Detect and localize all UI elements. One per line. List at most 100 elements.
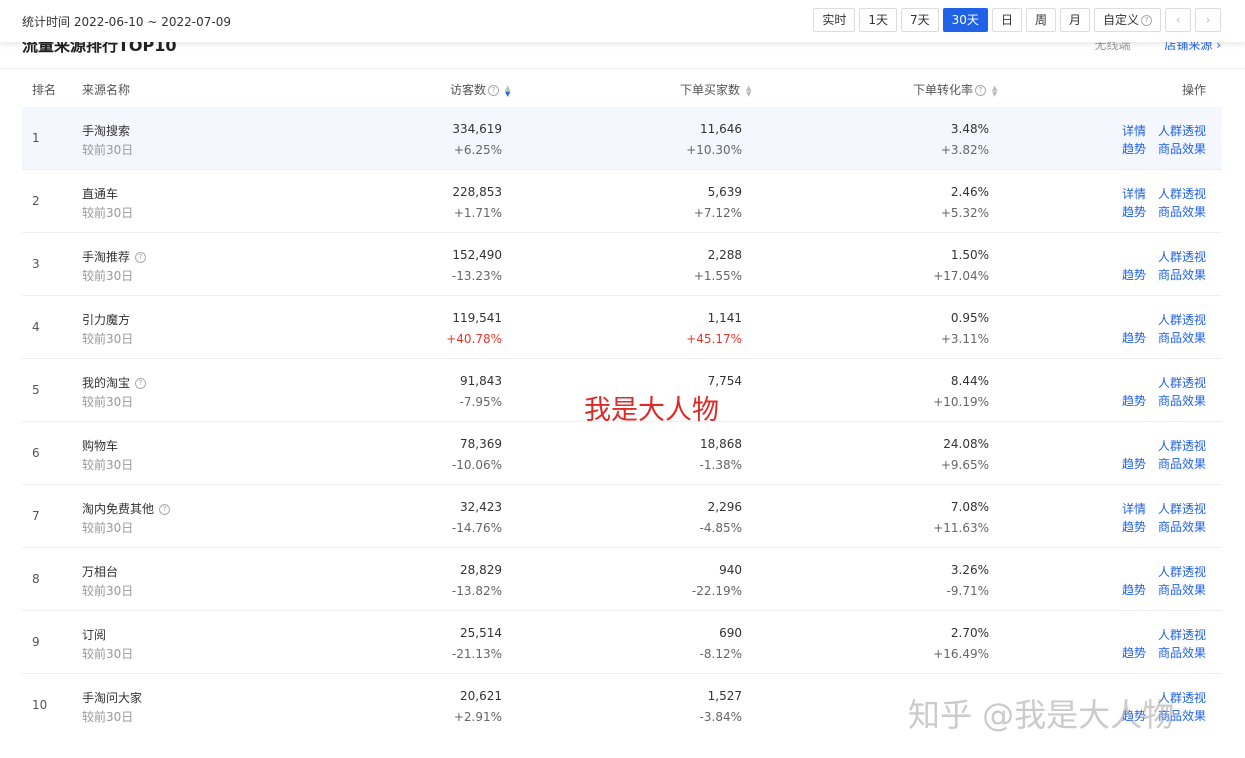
visitors-value: 20,621 xyxy=(460,689,502,703)
range-button-custom[interactable]: 自定义? xyxy=(1093,8,1161,32)
range-button-1day[interactable]: 1天 xyxy=(859,8,898,32)
visitors-change: -14.76% xyxy=(451,521,502,535)
rank: 5 xyxy=(32,383,40,397)
rank: 9 xyxy=(32,635,40,649)
trend-link[interactable]: 趋势 xyxy=(1122,392,1146,409)
help-icon: ? xyxy=(975,85,987,96)
visitors-value: 152,490 xyxy=(452,248,502,262)
crowd-insight-link[interactable]: 人群透视 xyxy=(1158,248,1206,265)
trend-link[interactable]: 趋势 xyxy=(1122,203,1146,220)
trend-link[interactable]: 趋势 xyxy=(1122,455,1146,472)
sort-icon[interactable]: ▲ ▼ xyxy=(746,84,751,97)
source-name: 淘内免费其他 xyxy=(82,502,155,516)
crowd-insight-link[interactable]: 人群透视 xyxy=(1158,626,1206,643)
source-name-wrap: 我的淘宝? xyxy=(82,374,147,391)
product-effect-link[interactable]: 商品效果 xyxy=(1158,329,1206,346)
product-effect-link[interactable]: 商品效果 xyxy=(1158,581,1206,598)
stat-time: 统计时间 2022-06-10 ~ 2022-07-09 xyxy=(22,15,231,29)
source-name: 手淘问大家 xyxy=(82,691,143,705)
range-button-7days[interactable]: 7天 xyxy=(901,8,939,32)
source-name: 万相台 xyxy=(82,565,119,579)
buyers-change: -8.12% xyxy=(699,647,742,661)
product-effect-link[interactable]: 商品效果 xyxy=(1158,140,1206,157)
crowd-insight-link[interactable]: 人群透视 xyxy=(1158,374,1206,391)
header-operations: 操作 xyxy=(1182,83,1207,97)
prev-period-button[interactable]: ‹ xyxy=(1165,8,1191,32)
compare-label: 较前30日 xyxy=(82,647,134,661)
detail-link[interactable]: 详情 xyxy=(1122,500,1146,517)
product-effect-link[interactable]: 商品效果 xyxy=(1158,392,1206,409)
rank: 10 xyxy=(32,698,48,712)
header-buyers[interactable]: 下单买家数 ▲ ▼ xyxy=(680,81,751,98)
product-effect-link[interactable]: 商品效果 xyxy=(1158,203,1206,220)
table-header: 排名 来源名称 访客数? ▲ ▼ 下单买家数 ▲ ▼ 下单转化率? ▲ ▼ 操作 xyxy=(22,69,1222,107)
rate-value: 2.70% xyxy=(950,626,989,640)
visitors-change: -13.23% xyxy=(451,269,502,283)
crowd-insight-link[interactable]: 人群透视 xyxy=(1158,437,1206,454)
buyers-change: +1.55% xyxy=(693,269,742,283)
trend-link[interactable]: 趋势 xyxy=(1122,329,1146,346)
rate-change: +3.82% xyxy=(940,143,989,157)
range-button-week[interactable]: 周 xyxy=(1025,8,1056,32)
table-row: 6 购物车 较前30日 78,369 -10.06% 18,868 -1.38%… xyxy=(22,422,1222,485)
source-name: 购物车 xyxy=(82,439,119,453)
crowd-insight-link[interactable]: 人群透视 xyxy=(1158,311,1206,328)
next-period-button[interactable]: › xyxy=(1195,8,1221,32)
visitors-value: 25,514 xyxy=(460,626,502,640)
chevron-right-icon: › xyxy=(1205,13,1211,27)
crowd-insight-link[interactable]: 人群透视 xyxy=(1158,500,1206,517)
compare-label: 较前30日 xyxy=(82,584,134,598)
source-name: 直通车 xyxy=(82,187,119,201)
rate-value: 3.26% xyxy=(950,563,989,577)
source-name-wrap: 手淘推荐? xyxy=(82,248,147,265)
visitors-value: 334,619 xyxy=(452,122,502,136)
visitors-value: 91,843 xyxy=(460,374,502,388)
buyers-value: 5,639 xyxy=(707,185,742,199)
visitors-value: 32,423 xyxy=(460,500,502,514)
trend-link[interactable]: 趋势 xyxy=(1122,140,1146,157)
source-name: 我的淘宝 xyxy=(82,376,131,390)
range-button-day[interactable]: 日 xyxy=(991,8,1022,32)
rate-value: 0.95% xyxy=(950,311,989,325)
detail-link[interactable]: 详情 xyxy=(1122,185,1146,202)
buyers-change: -1.38% xyxy=(699,458,742,472)
table-row: 3 手淘推荐? 较前30日 152,490 -13.23% 2,288 +1.5… xyxy=(22,233,1222,296)
crowd-insight-link[interactable]: 人群透视 xyxy=(1158,185,1206,202)
compare-label: 较前30日 xyxy=(82,143,134,157)
watermark-corner: 知乎 @我是大人物 xyxy=(908,696,1175,734)
table-row: 2 直通车 较前30日 228,853 +1.71% 5,639 +7.12% … xyxy=(22,170,1222,233)
visitors-change: +1.71% xyxy=(453,206,502,220)
product-effect-link[interactable]: 商品效果 xyxy=(1158,518,1206,535)
compare-label: 较前30日 xyxy=(82,332,134,346)
crowd-insight-link[interactable]: 人群透视 xyxy=(1158,122,1206,139)
rate-change: +9.65% xyxy=(940,458,989,472)
product-effect-link[interactable]: 商品效果 xyxy=(1158,644,1206,661)
buyers-value: 690 xyxy=(719,626,742,640)
buyers-value: 1,527 xyxy=(707,689,742,703)
detail-link[interactable]: 详情 xyxy=(1122,122,1146,139)
product-effect-link[interactable]: 商品效果 xyxy=(1158,266,1206,283)
range-button-30days[interactable]: 30天 xyxy=(942,8,988,32)
source-name-wrap: 淘内免费其他? xyxy=(82,500,171,517)
range-button-realtime[interactable]: 实时 xyxy=(813,8,856,32)
visitors-value: 28,829 xyxy=(460,563,502,577)
trend-link[interactable]: 趋势 xyxy=(1122,266,1146,283)
product-effect-link[interactable]: 商品效果 xyxy=(1158,455,1206,472)
visitors-change: -7.95% xyxy=(459,395,502,409)
header-conversion-rate[interactable]: 下单转化率? ▲ ▼ xyxy=(913,81,997,98)
buyers-value: 2,288 xyxy=(707,248,742,262)
header-visitors[interactable]: 访客数? ▲ ▼ xyxy=(450,81,510,98)
sort-icon[interactable]: ▲ ▼ xyxy=(992,84,997,97)
sort-icon[interactable]: ▲ ▼ xyxy=(505,84,510,97)
trend-link[interactable]: 趋势 xyxy=(1122,518,1146,535)
rank: 2 xyxy=(32,194,40,208)
source-name: 手淘推荐 xyxy=(82,250,131,264)
header-rate-label: 下单转化率 xyxy=(913,83,974,97)
range-button-month[interactable]: 月 xyxy=(1059,8,1090,32)
header-buyers-label: 下单买家数 xyxy=(680,83,741,97)
crowd-insight-link[interactable]: 人群透视 xyxy=(1158,563,1206,580)
table-row: 8 万相台 较前30日 28,829 -13.82% 940 -22.19% 3… xyxy=(22,548,1222,611)
rate-value: 7.08% xyxy=(950,500,989,514)
trend-link[interactable]: 趋势 xyxy=(1122,644,1146,661)
trend-link[interactable]: 趋势 xyxy=(1122,581,1146,598)
